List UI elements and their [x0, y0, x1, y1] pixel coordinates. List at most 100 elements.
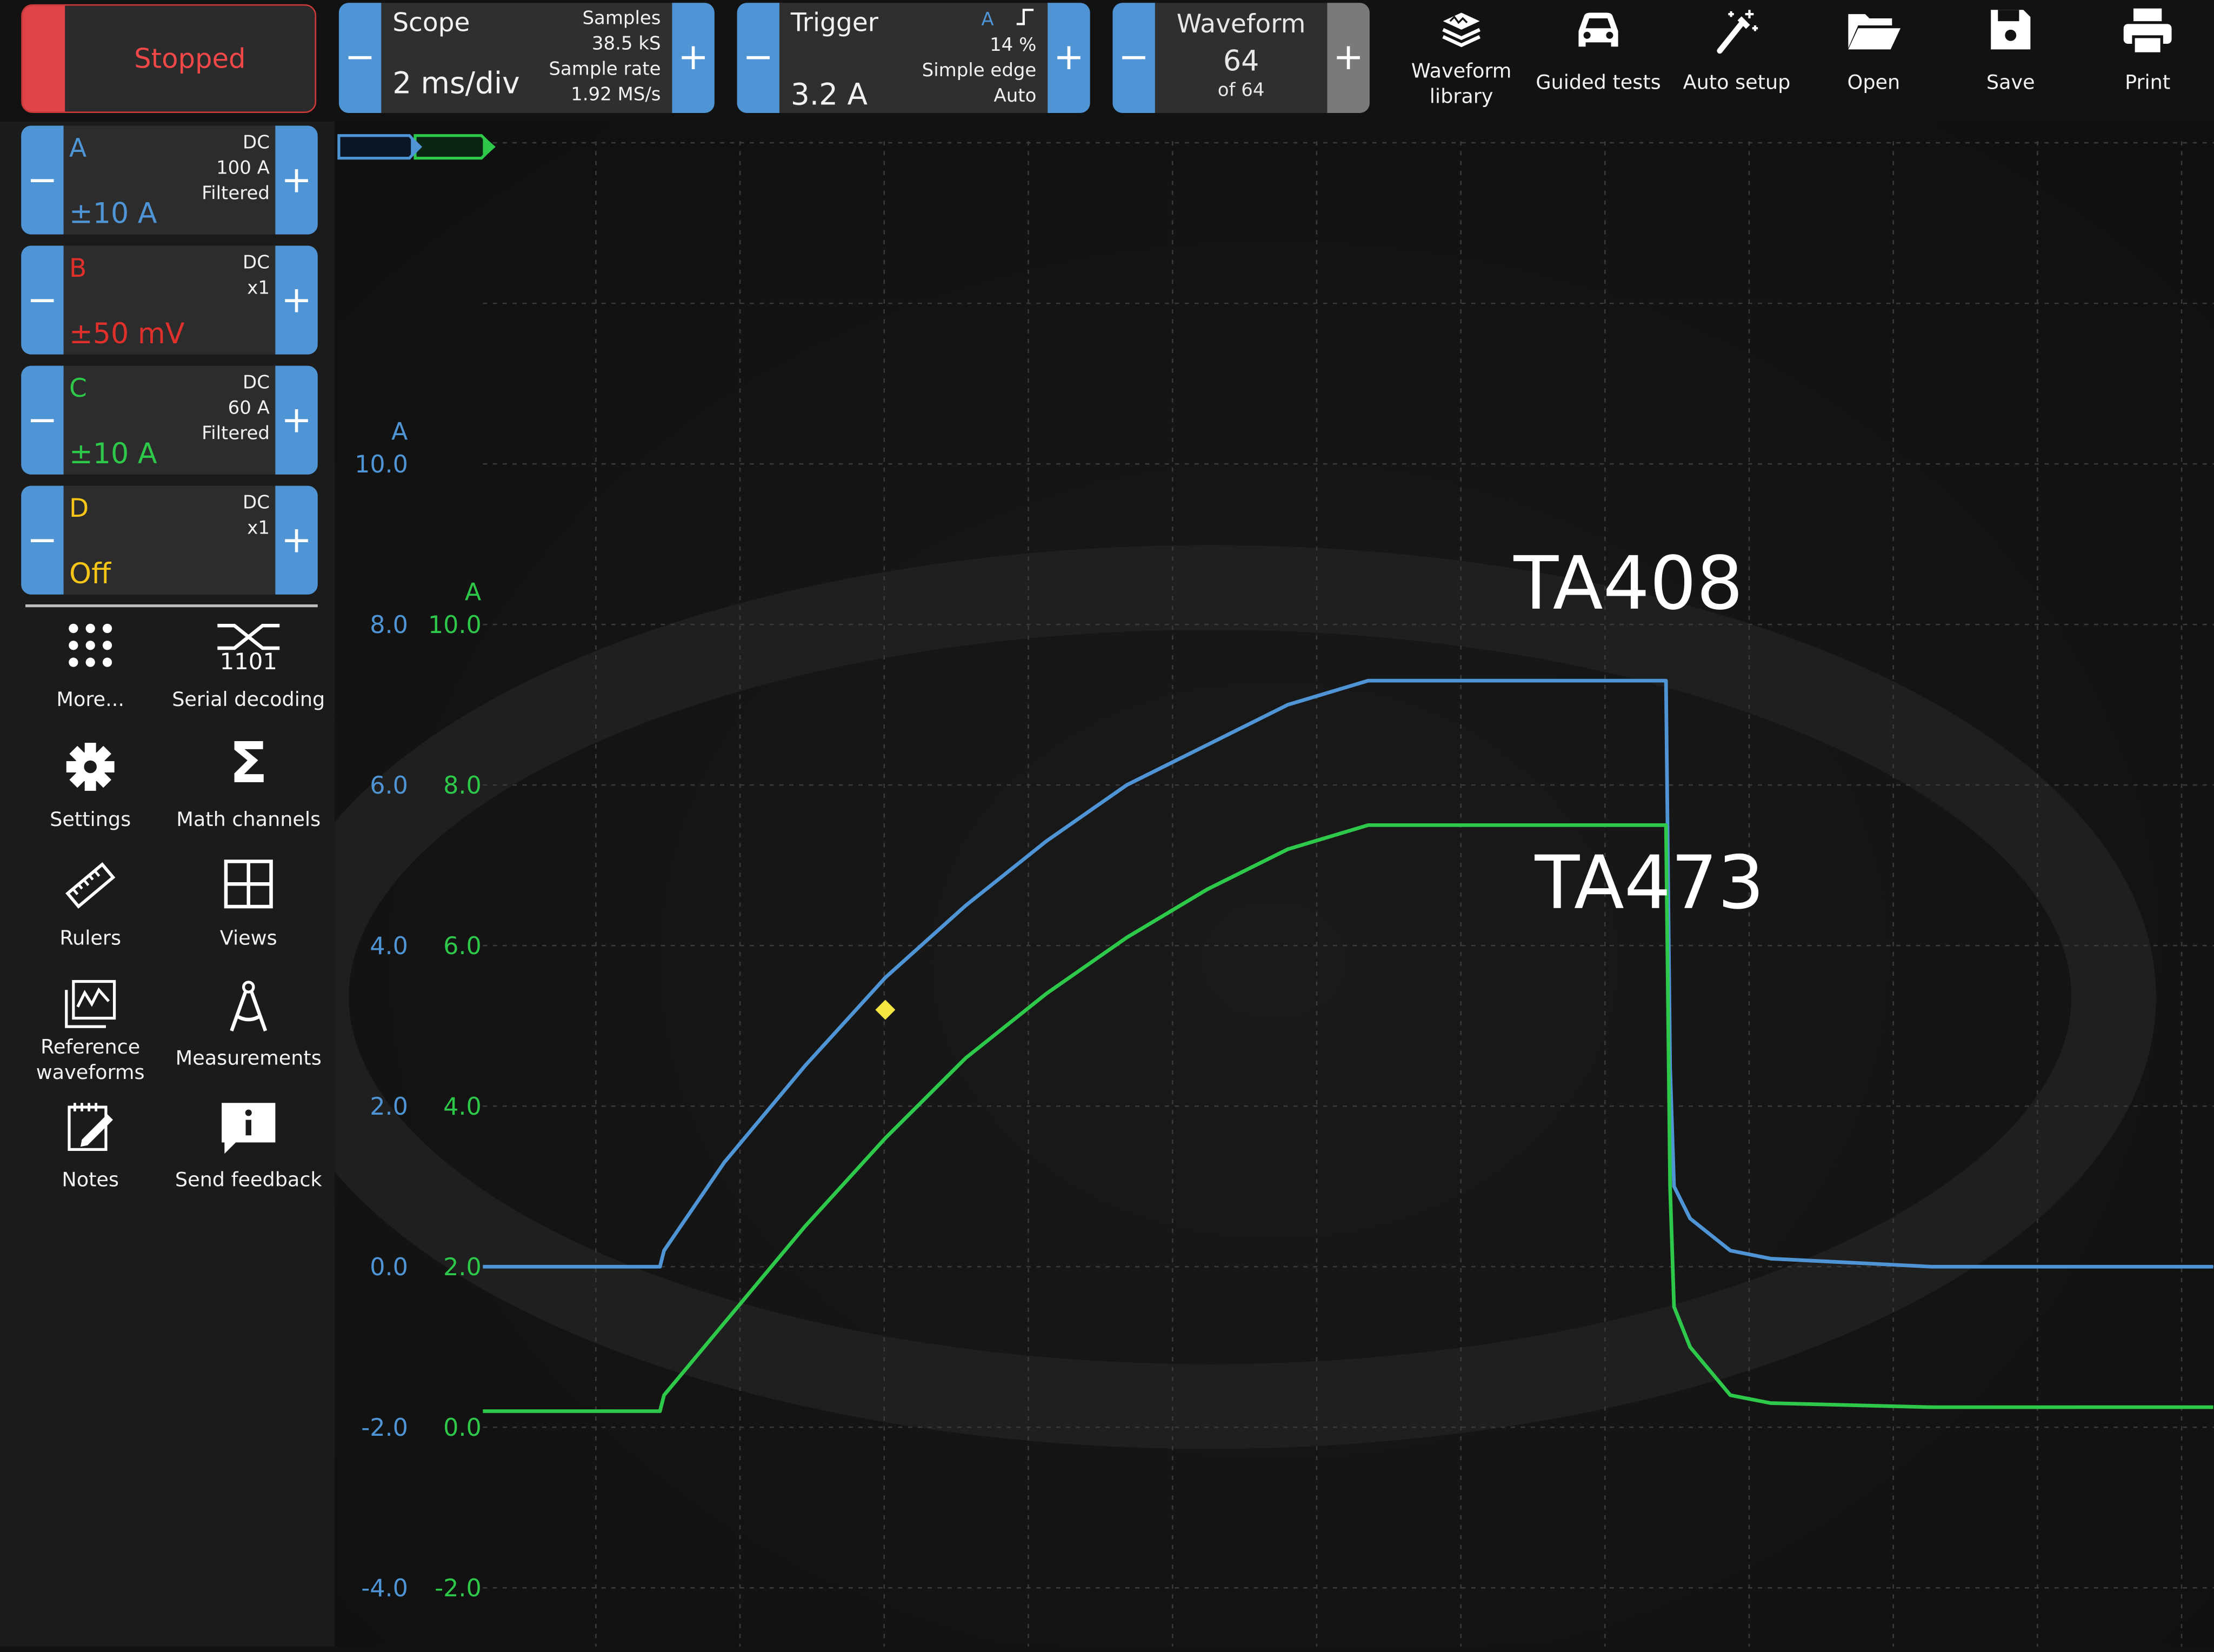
channel-a-offset-handle[interactable]: [337, 134, 422, 160]
timebase-increase-button[interactable]: +: [672, 3, 715, 113]
channel-d-control[interactable]: − D Off DC x1 +: [21, 485, 318, 595]
axis-a-unit: A: [391, 418, 408, 446]
channel-a-coupling: DC: [243, 132, 270, 154]
samples-value: 38.5 kS: [591, 34, 661, 55]
channel-d-probe: x1: [247, 518, 270, 539]
timebase-value[interactable]: 2 ms/div: [392, 66, 519, 101]
channel-c-decrease-button[interactable]: −: [21, 365, 64, 475]
math-channels-label: Math channels: [176, 809, 321, 832]
settings-button[interactable]: Settings: [11, 740, 170, 853]
trigger-title: Trigger: [790, 8, 878, 38]
reference-waveform-icon: [65, 980, 116, 1028]
channel-a-range[interactable]: ±10 A: [69, 196, 157, 230]
rising-edge-icon: [1016, 9, 1034, 25]
trigger-control: − Trigger 3.2 A A 14 % Simple edge Auto …: [737, 3, 1090, 113]
axis-c-tick-label: 10.0: [428, 611, 482, 639]
timebase-decrease-button[interactable]: −: [338, 3, 382, 113]
channel-a-probe: 100 A: [216, 158, 270, 179]
channel-b-control[interactable]: − B ±50 mV DC x1 +: [21, 245, 318, 355]
channel-c-coupling: DC: [243, 372, 270, 394]
measurements-button[interactable]: Measurements: [169, 978, 328, 1091]
left-panel: − A ±10 A DC 100 A Filtered + − B ±50 mV…: [0, 121, 335, 1647]
axis-c-tick-label: 8.0: [443, 772, 482, 800]
scope-display[interactable]: A 10.0 8.0 6.0 4.0 2.0 0.0 -2.0 -4.0 A 10.0 8.0 6.0…: [264, 121, 2214, 1647]
axis-a-tick-label: 8.0: [370, 611, 408, 639]
settings-label: Settings: [50, 809, 131, 832]
channel-a-control[interactable]: − A ±10 A DC 100 A Filtered +: [21, 125, 318, 235]
channel-d-letter: D: [69, 494, 89, 524]
notes-button[interactable]: Notes: [11, 1100, 170, 1213]
floppy-icon: [1991, 10, 2031, 50]
channel-a-increase-button[interactable]: +: [275, 125, 318, 235]
channel-a-letter: A: [69, 134, 87, 164]
save-button[interactable]: Save: [1943, 0, 2078, 122]
axis-a-tick-label: 4.0: [370, 932, 408, 960]
axis-a-tick-label: -2.0: [361, 1414, 408, 1442]
channel-d-decrease-button[interactable]: −: [21, 485, 64, 595]
open-button[interactable]: Open: [1806, 0, 1942, 122]
dots-grid-icon: [69, 623, 112, 667]
serial-decoding-label: Serial decoding: [172, 689, 325, 712]
panel-divider: [25, 604, 318, 608]
channel-c-offset-handle[interactable]: [414, 134, 495, 160]
views-label: Views: [219, 928, 277, 951]
views-button[interactable]: Views: [169, 858, 328, 971]
channel-c-increase-button[interactable]: +: [275, 365, 318, 475]
math-channels-button[interactable]: Σ Math channels: [169, 731, 328, 853]
waveform-plot[interactable]: A 10.0 8.0 6.0 4.0 2.0 0.0 -2.0 -4.0 A 10.0 8.0 6.0…: [264, 121, 2214, 1647]
channel-b-probe: x1: [247, 278, 270, 299]
trigger-type: Simple edge: [922, 61, 1037, 82]
auto-setup-button[interactable]: Auto setup: [1669, 0, 1805, 122]
channel-d-range[interactable]: Off: [69, 556, 111, 590]
run-status-label: Stopped: [134, 43, 246, 75]
trigger-level[interactable]: 3.2 A: [791, 78, 868, 112]
channel-c-filter: Filtered: [202, 423, 270, 445]
serial-decoding-glyph: 1101: [219, 648, 277, 675]
run-stop-button[interactable]: Stopped: [21, 4, 317, 113]
channel-c-letter: C: [69, 374, 87, 404]
folder-icon: [1848, 14, 1901, 50]
serial-decoding-button[interactable]: 1101 Serial decoding: [169, 620, 328, 733]
rulers-button[interactable]: Rulers: [11, 858, 170, 971]
waveform-library-button[interactable]: Waveform library: [1393, 0, 1529, 122]
send-feedback-button[interactable]: Send feedback: [169, 1100, 328, 1213]
channel-a-decrease-button[interactable]: −: [21, 125, 64, 235]
ruler-handles[interactable]: [337, 134, 496, 160]
channel-b-range[interactable]: ±50 mV: [69, 316, 185, 350]
rulers-label: Rulers: [59, 928, 122, 951]
reference-waveforms-label: Reference waveforms: [36, 1036, 145, 1085]
channel-d-increase-button[interactable]: +: [275, 485, 318, 595]
trigger-decrease-button[interactable]: −: [737, 3, 779, 113]
top-toolbar: Stopped − Scope 2 ms/div Samples 38.5 kS…: [0, 0, 2214, 122]
samples-label: Samples: [582, 8, 661, 30]
channel-c-control[interactable]: − C ±10 A DC 60 A Filtered +: [21, 365, 318, 475]
scope-title: Scope: [392, 8, 470, 38]
trigger-increase-button[interactable]: +: [1048, 3, 1090, 113]
stop-indicator: [22, 5, 65, 112]
waveform-title: Waveform: [1176, 10, 1306, 40]
car-icon: [1578, 12, 1618, 47]
measurements-label: Measurements: [175, 1048, 322, 1071]
sample-rate-label: Sample rate: [549, 59, 661, 81]
channel-b-decrease-button[interactable]: −: [21, 245, 64, 355]
trigger-source: A: [981, 10, 994, 31]
channel-c-range[interactable]: ±10 A: [69, 436, 157, 470]
axis-c-tick-label: -2.0: [435, 1575, 482, 1602]
reference-waveforms-button[interactable]: Reference waveforms: [11, 978, 170, 1091]
waveform-previous-button[interactable]: −: [1112, 3, 1155, 113]
trigger-mode: Auto: [993, 86, 1037, 108]
trace-label-ta473: TA473: [1535, 841, 1765, 927]
guided-tests-label: Guided tests: [1536, 72, 1661, 95]
axis-c-tick-label: 4.0: [443, 1093, 482, 1121]
print-button[interactable]: Print: [2080, 0, 2214, 122]
channel-a-filter: Filtered: [202, 183, 270, 205]
axis-c-tick-label: 6.0: [443, 932, 482, 960]
waveform-library-icon: [1442, 12, 1481, 48]
axis-a-tick-label: 2.0: [370, 1093, 408, 1121]
channel-b-increase-button[interactable]: +: [275, 245, 318, 355]
waveform-next-button[interactable]: +: [1327, 3, 1370, 113]
notes-label: Notes: [62, 1169, 119, 1192]
guided-tests-button[interactable]: Guided tests: [1531, 0, 1666, 122]
more-button[interactable]: More...: [11, 620, 170, 733]
save-label: Save: [1986, 72, 2035, 95]
